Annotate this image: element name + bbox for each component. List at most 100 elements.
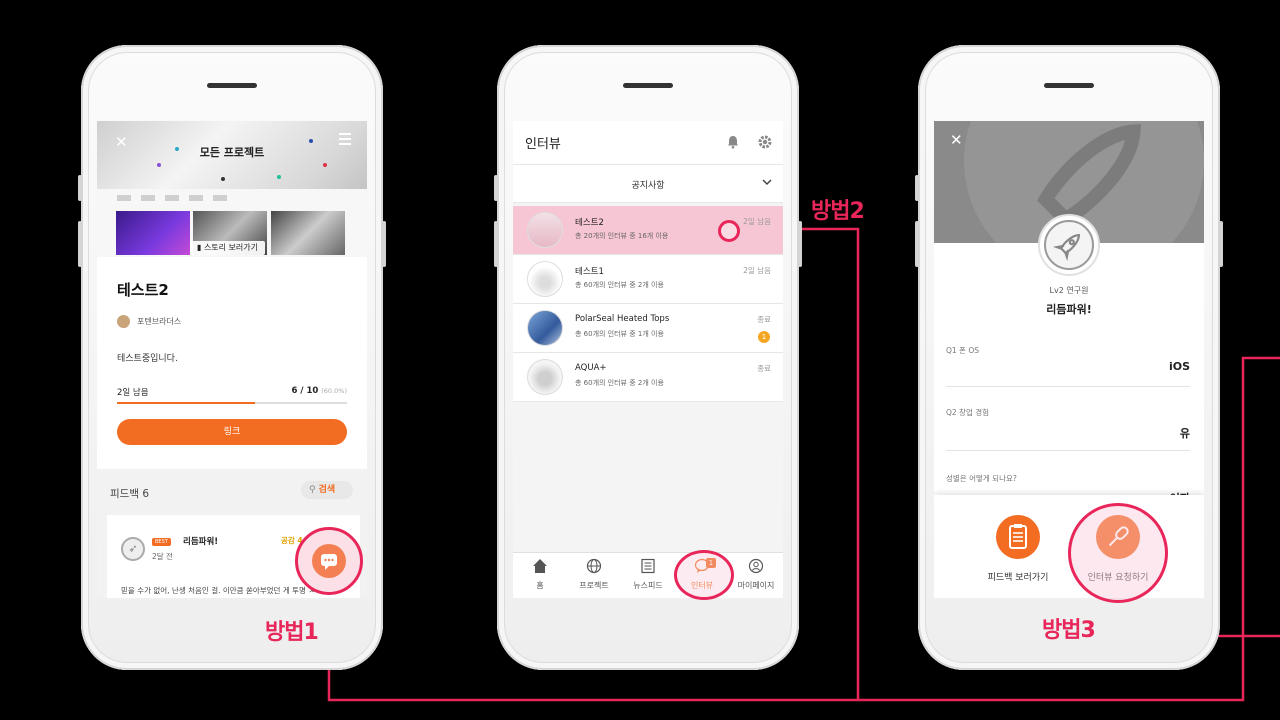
profile-avatar [1038, 214, 1100, 276]
story-view-button[interactable]: ▮ 스토리 보러가기 [190, 241, 265, 255]
best-badge: BEST [152, 538, 171, 546]
qa-question: 성별은 어떻게 되나요? [946, 474, 1017, 483]
nav-label: 프로젝트 [579, 581, 609, 590]
nav-label: 뉴스피드 [633, 581, 663, 590]
interview-list: 테스트2 총 20개의 인터뷰 중 16개 이용 2일 남음 테스트1 총 60… [513, 206, 783, 402]
speaker [207, 83, 257, 88]
project-thumbnail [527, 261, 563, 297]
progress-count: 6 / 10 (60.0%) [292, 386, 347, 396]
row-subtitle: 총 20개의 인터뷰 중 16개 이용 [575, 232, 669, 240]
link-button[interactable]: 링크 [117, 419, 347, 445]
user-level: Lv2 연구원 [1049, 286, 1089, 295]
progress-bar-fill [117, 402, 255, 404]
row-badge: 1 [758, 331, 770, 343]
progress-percent: (60.0%) [321, 387, 347, 395]
row-status: 2일 남음 [743, 266, 771, 275]
project-thumbnail [527, 310, 563, 346]
bell-icon[interactable] [726, 135, 740, 149]
project-description: 테스트중입니다. [117, 354, 178, 364]
interview-row[interactable]: AQUA+ 총 60개의 인터뷰 중 2개 이용 종료 [513, 353, 783, 402]
method3-label: 방법3 [1042, 618, 1096, 643]
qa-answer: 유 [1179, 427, 1190, 440]
qa-item: Q2 창업 경험 유 [946, 407, 1190, 451]
user-icon [748, 558, 764, 574]
progress-count-text: 6 / 10 [291, 386, 319, 396]
interview-row[interactable]: 테스트1 총 60개의 인터뷰 중 2개 이용 2일 남음 [513, 255, 783, 304]
post-time: 2달 전 [152, 552, 173, 561]
qa-question: Q1 폰 OS [946, 346, 980, 355]
phone-2: 인터뷰 공지사항 테스트2 총 20개의 인터뷰 중 16개 이용 2일 남음 … [494, 45, 802, 670]
rocket-avatar-icon: ➶ [121, 537, 145, 561]
chat-bubble-icon [321, 554, 337, 570]
row-subtitle: 총 60개의 인터뷰 중 2개 이용 [575, 379, 664, 387]
team-name: 포텐브라더스 [137, 317, 182, 326]
nav-mypage[interactable]: 마이페이지 [730, 553, 782, 598]
row-title: AQUA+ [575, 363, 607, 373]
request-interview-highlight [1068, 503, 1168, 603]
chat-fab-button[interactable] [312, 544, 346, 578]
project-banner: ✕ 모든 프로젝트 [97, 121, 367, 189]
phone-1: ✕ 모든 프로젝트 ▮ 스토리 보러가기 테스트2 포텐브라더스 테스트중입니다… [78, 45, 386, 670]
feedback-count-label: 피드백 6 [110, 488, 149, 500]
row-status: 종료 [757, 315, 771, 324]
interview-header: 인터뷰 [513, 121, 783, 165]
project-thumbnail [527, 212, 563, 248]
phone-3: ✕ Lv2 연구원 리듬파워! Q1 폰 OS iOS Q2 창업 경험 유 성… [915, 45, 1223, 670]
story-thumbnail[interactable] [116, 211, 190, 255]
project-name: 테스트2 [117, 281, 169, 299]
notice-label: 공지사항 [631, 181, 665, 191]
user-name: 리듬파워! [1046, 303, 1092, 316]
interview-row[interactable]: 테스트2 총 20개의 인터뷰 중 16개 이용 2일 남음 [513, 206, 783, 255]
phone-2-screen: 인터뷰 공지사항 테스트2 총 20개의 인터뷰 중 16개 이용 2일 남음 … [513, 121, 783, 598]
row-subtitle: 총 60개의 인터뷰 중 1개 이용 [575, 330, 664, 338]
chevron-down-icon [762, 179, 772, 186]
rocket-icon [1052, 233, 1081, 262]
nav-interview-highlight [674, 550, 734, 600]
phone-3-screen: ✕ Lv2 연구원 리듬파워! Q1 폰 OS iOS Q2 창업 경험 유 성… [934, 121, 1204, 598]
row-title: 테스트1 [575, 267, 604, 277]
close-icon[interactable]: ✕ [950, 131, 963, 149]
news-icon [641, 558, 655, 574]
search-button[interactable]: ⚲ 검색 [301, 481, 353, 499]
post-user-name: 리듬파워! [183, 537, 219, 547]
notice-dropdown[interactable]: 공지사항 [513, 165, 783, 203]
home-icon [533, 559, 547, 573]
hamburger-menu-icon[interactable] [339, 133, 351, 148]
story-thumbnail[interactable] [271, 211, 345, 255]
nav-project[interactable]: 프로젝트 [568, 553, 620, 598]
row-highlight-marker [718, 220, 740, 242]
method2-label: 방법2 [811, 199, 865, 224]
story-view-label: 스토리 보러가기 [203, 243, 258, 252]
book-icon: ▮ [196, 243, 204, 252]
team-avatar [117, 315, 130, 328]
globe-icon [586, 558, 602, 574]
row-title: 테스트2 [575, 218, 604, 228]
project-thumbnail [527, 359, 563, 395]
interview-row[interactable]: PolarSeal Heated Tops 총 60개의 인터뷰 중 1개 이용… [513, 304, 783, 353]
gear-icon[interactable] [757, 134, 773, 150]
banner-title: 모든 프로젝트 [199, 146, 265, 159]
search-label: 검색 [318, 485, 336, 495]
nav-home[interactable]: 홈 [514, 553, 566, 598]
speaker [1044, 83, 1094, 88]
view-feedback-label: 피드백 보러가기 [987, 573, 1049, 583]
page-title: 인터뷰 [525, 137, 561, 152]
qa-answer: iOS [1168, 360, 1190, 373]
qa-question: Q2 창업 경험 [946, 408, 990, 417]
search-icon: ⚲ [309, 485, 316, 495]
speaker [623, 83, 673, 88]
row-status: 2일 남음 [743, 217, 771, 226]
bottom-nav: 홈 프로젝트 뉴스피드 1 인터뷰 마이페이지 [513, 552, 783, 598]
qa-item: Q1 폰 OS iOS [946, 345, 1190, 387]
remaining-days: 2일 남음 [117, 388, 149, 398]
method1-label: 방법1 [265, 620, 319, 645]
nav-label: 마이페이지 [737, 581, 775, 590]
clipboard-icon [1009, 524, 1027, 549]
nav-label: 홈 [536, 581, 544, 590]
row-title: PolarSeal Heated Tops [575, 314, 670, 324]
row-subtitle: 총 60개의 인터뷰 중 2개 이용 [575, 281, 664, 289]
progress-bar [117, 402, 347, 404]
nav-newsfeed[interactable]: 뉴스피드 [622, 553, 674, 598]
view-feedback-action[interactable]: 피드백 보러가기 [968, 495, 1068, 598]
row-status: 종료 [757, 364, 771, 373]
